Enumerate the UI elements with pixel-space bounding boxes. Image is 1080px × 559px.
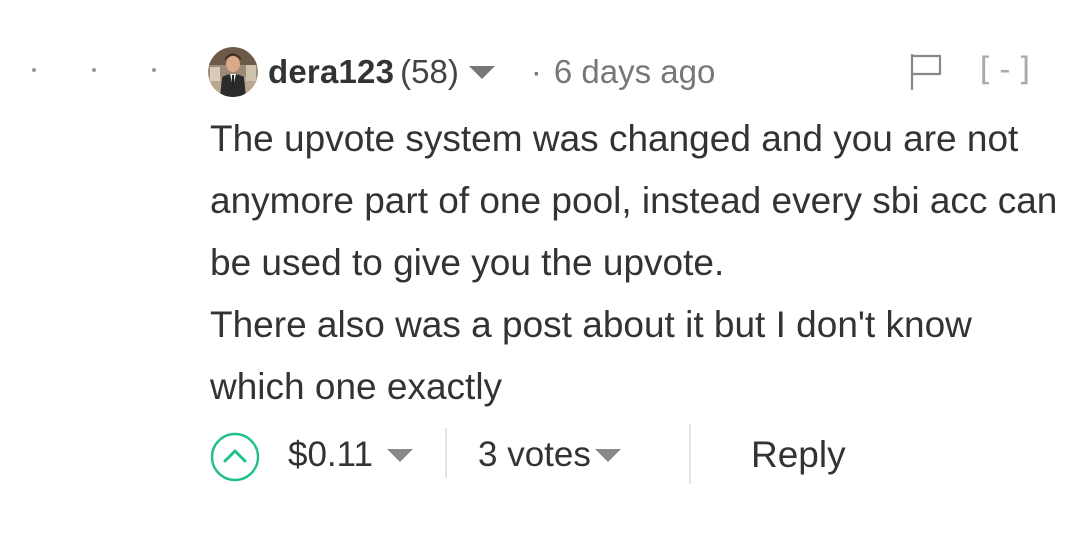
flag-icon[interactable] (908, 52, 944, 92)
meta-separator: · (530, 53, 542, 90)
payout-value: $0.11 (288, 435, 373, 474)
votes-count: 3 votes (478, 435, 591, 474)
avatar-image (208, 47, 258, 97)
thread-indent-dot (92, 68, 96, 72)
votes-caret-icon (594, 448, 621, 462)
payout-dropdown[interactable]: $0.11 (288, 432, 413, 478)
comment-body: The upvote system was changed and you ar… (210, 108, 1070, 418)
upvote-chevron-icon[interactable] (210, 432, 260, 482)
comment-paragraph: There also was a post about it but I don… (210, 304, 983, 407)
footer-divider (445, 428, 447, 478)
thread-indent-dot (152, 68, 156, 72)
comment-paragraph: The upvote system was changed and you ar… (210, 118, 1068, 283)
reply-button[interactable]: Reply (751, 432, 846, 478)
comment-timestamp[interactable]: 6 days ago (554, 53, 715, 91)
comment-header: dera123 (58) · 6 days ago (208, 46, 715, 98)
author-menu-caret-icon[interactable] (468, 65, 495, 79)
user-avatar[interactable] (208, 47, 258, 97)
votes-dropdown[interactable]: 3 votes (478, 432, 621, 478)
author-reputation: (58) (400, 53, 459, 90)
thread-indent-dot (32, 68, 36, 72)
footer-divider (689, 424, 691, 484)
comment-footer: $0.11 3 votes Reply (208, 424, 1068, 486)
thread-indent-markers (22, 58, 182, 82)
payout-caret-icon (387, 448, 413, 462)
author-name[interactable]: dera123 (268, 53, 394, 91)
collapse-toggle[interactable]: [-] (975, 50, 1036, 88)
